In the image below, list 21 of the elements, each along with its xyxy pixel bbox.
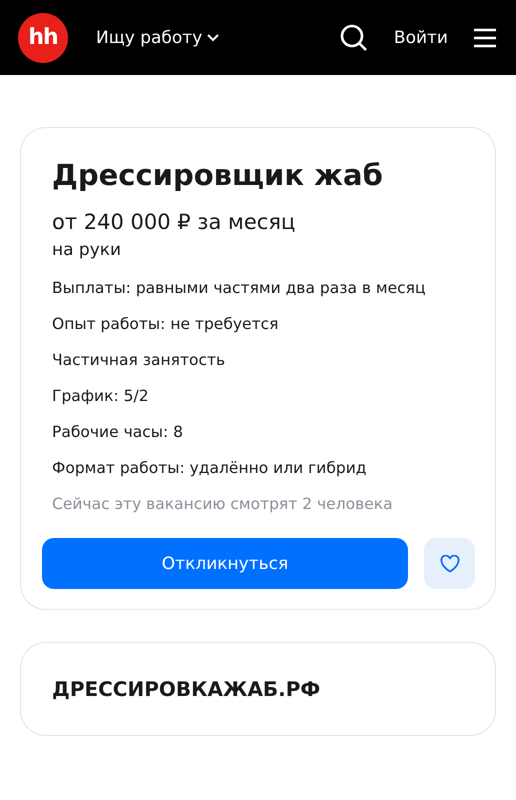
role-dropdown[interactable]: Ищу работу [96, 28, 220, 48]
login-link[interactable]: Войти [394, 28, 448, 48]
salary-note: на руки [52, 240, 122, 260]
vacancy-detail: Выплаты: равными частями два раза в месяц [52, 278, 427, 299]
viewers-count: Сейчас эту вакансию смотрят 2 человека [52, 494, 394, 515]
menu-button[interactable] [474, 28, 496, 48]
vacancy-detail: Формат работы: удалённо или гибрид [52, 458, 368, 479]
vacancy-detail: Опыт работы: не требуется [52, 314, 280, 335]
vacancy-title: Дрессировщик жаб [52, 158, 384, 192]
apply-button[interactable]: Откликнуться [42, 538, 408, 589]
favorite-button[interactable] [424, 538, 475, 589]
vacancy-detail: Частичная занятость [52, 350, 226, 371]
search-icon [340, 24, 368, 52]
heart-icon [440, 554, 460, 572]
menu-icon [474, 28, 496, 48]
vacancy-detail: График: 5/2 [52, 386, 150, 407]
employer-name: ДРЕССИРОВКАЖАБ.РФ [52, 677, 322, 701]
salary: от 240 000 ₽ за месяц [52, 210, 296, 234]
vacancy-detail: Рабочие часы: 8 [52, 422, 184, 443]
search-button[interactable] [340, 24, 368, 52]
logo[interactable]: hh [18, 12, 68, 62]
